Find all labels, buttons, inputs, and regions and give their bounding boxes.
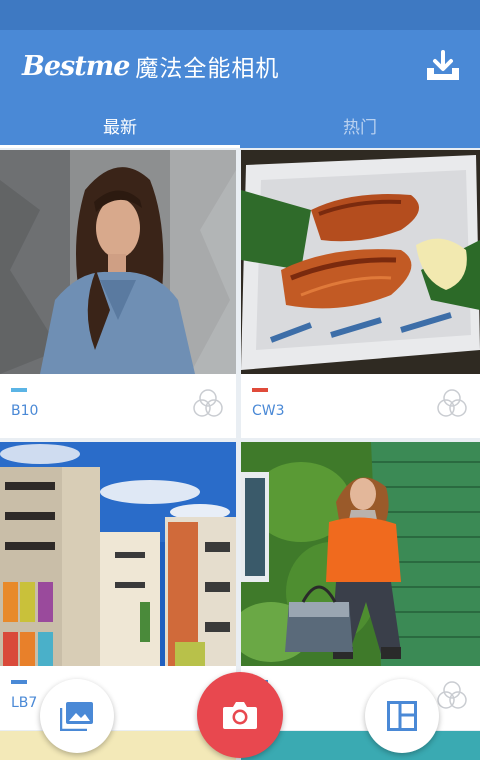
camera-icon xyxy=(223,702,257,729)
gallery-icon xyxy=(60,702,93,731)
filter-preview-portrait xyxy=(0,150,236,374)
blend-circles-icon[interactable] xyxy=(192,388,224,418)
tab-bar: 最新 热门 xyxy=(0,102,480,148)
tab-popular-label: 热门 xyxy=(343,117,377,138)
filter-preview-fashion xyxy=(241,442,480,666)
blend-circles-icon[interactable] xyxy=(436,680,468,710)
next-card-peek-left xyxy=(0,731,236,760)
app-logo: Bestme 魔法全能相机 xyxy=(22,46,279,86)
app-title: 魔法全能相机 xyxy=(135,56,280,82)
tab-latest-label: 最新 xyxy=(103,117,137,138)
filter-preview-food xyxy=(241,150,480,374)
filter-card-b10[interactable]: B10 xyxy=(0,150,236,438)
filter-code: B10 xyxy=(11,403,39,419)
download-button[interactable] xyxy=(424,48,462,84)
app-header: Bestme 魔法全能相机 xyxy=(0,30,480,102)
collage-button[interactable] xyxy=(365,679,439,753)
filter-card-footer: CW3 xyxy=(241,374,480,438)
filter-code: LB7 xyxy=(11,695,38,711)
filter-color-swatch xyxy=(11,388,27,392)
filter-code: CW3 xyxy=(252,403,285,419)
logo-brand-text: Bestme xyxy=(22,50,130,82)
tab-latest[interactable]: 最新 xyxy=(0,102,240,148)
filter-card-footer: B10 xyxy=(0,374,236,438)
filter-preview-buildings xyxy=(0,442,236,666)
camera-button[interactable] xyxy=(197,672,283,758)
filter-color-swatch xyxy=(252,388,268,392)
tab-popular[interactable]: 热门 xyxy=(240,102,480,148)
tab-indicator xyxy=(0,145,240,148)
collage-layout-icon xyxy=(387,701,417,731)
gallery-button[interactable] xyxy=(40,679,114,753)
filter-card-lb7[interactable]: LB7 xyxy=(0,442,236,730)
blend-circles-icon[interactable] xyxy=(436,388,468,418)
status-bar xyxy=(0,0,480,30)
filter-card-cw3[interactable]: CW3 xyxy=(241,150,480,438)
filter-card-fashion[interactable] xyxy=(241,442,480,730)
download-icon xyxy=(427,50,459,80)
filter-color-swatch xyxy=(11,680,27,684)
